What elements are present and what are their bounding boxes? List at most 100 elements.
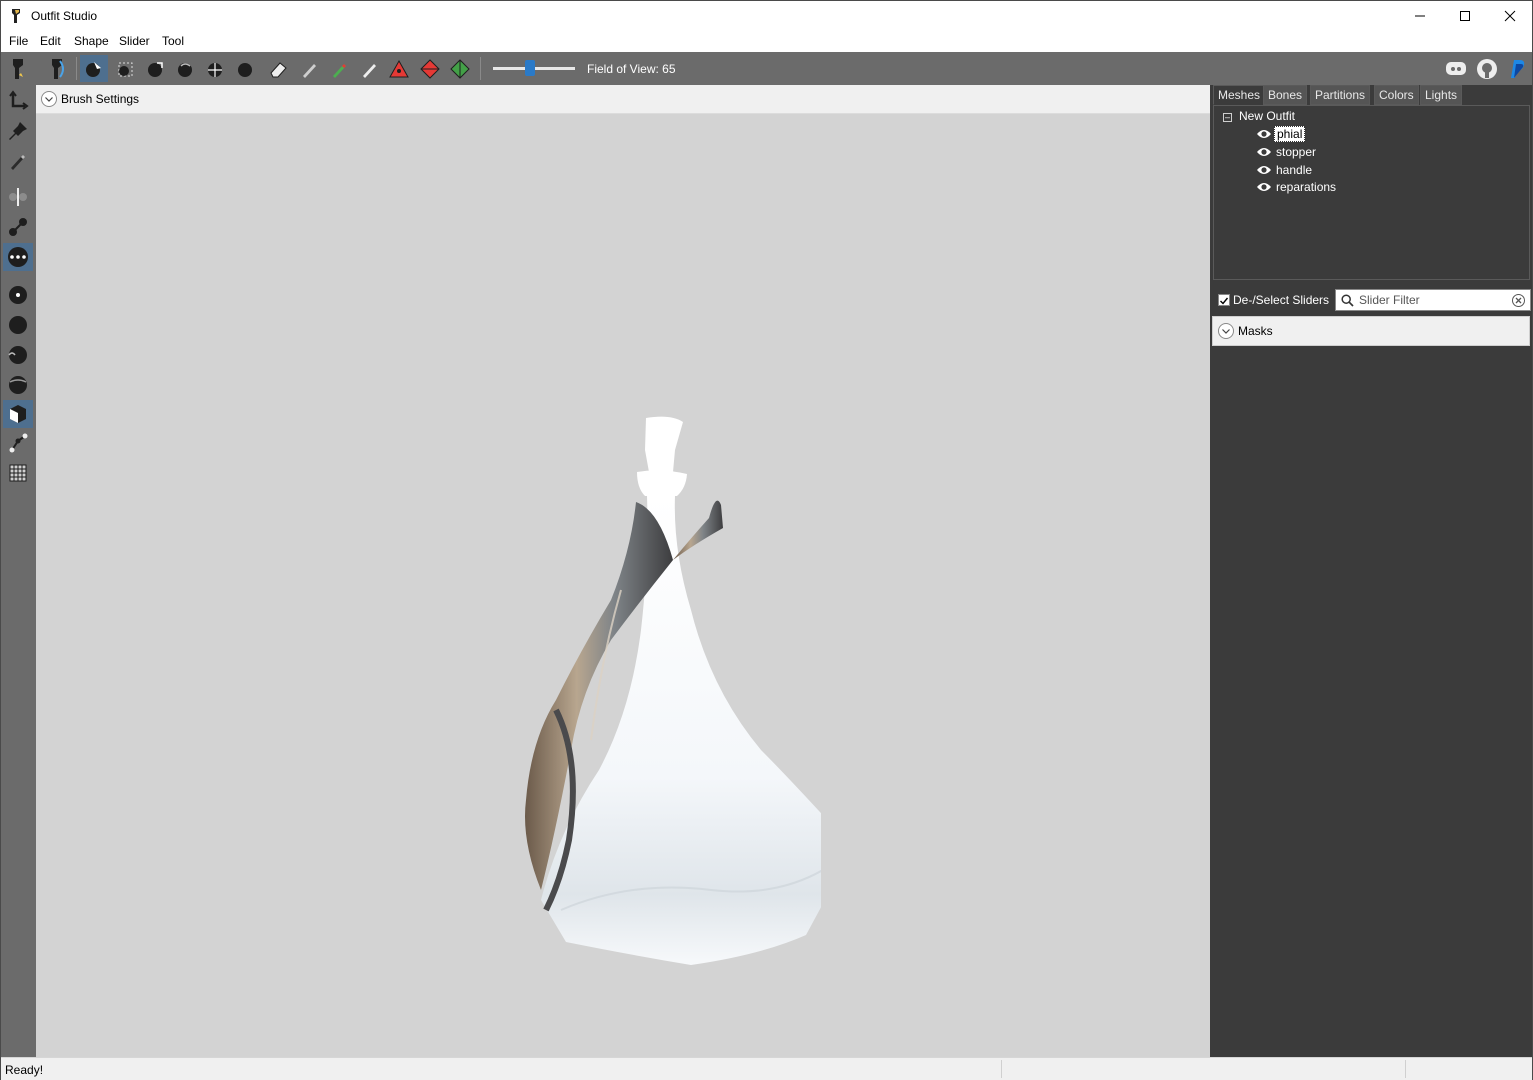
tree-item-phial[interactable]: phial <box>1256 125 1306 142</box>
3d-viewport[interactable]: Brush Settings <box>36 85 1210 1057</box>
minimize-button[interactable] <box>1397 1 1443 31</box>
alpha-brush-button[interactable] <box>355 55 383 82</box>
menu-slider[interactable]: Slider <box>119 34 150 48</box>
pencil-icon <box>11 155 25 170</box>
discord-button[interactable] <box>1441 55 1471 82</box>
eye-icon[interactable] <box>1256 181 1272 193</box>
mesh-label: handle <box>1276 162 1313 177</box>
transform-axes-icon <box>9 90 29 110</box>
eye-icon[interactable] <box>1256 164 1272 176</box>
collapse-vertex-button[interactable] <box>385 55 413 82</box>
stopper-shape <box>645 416 683 472</box>
checkmark-icon <box>1220 297 1229 305</box>
tab-colors[interactable]: Colors <box>1374 85 1419 105</box>
pin-icon <box>9 122 27 140</box>
global-brush-button[interactable] <box>3 243 33 271</box>
deflate-brush-button[interactable] <box>171 55 199 82</box>
move-brush-button[interactable] <box>201 55 229 82</box>
vertex-points-button[interactable] <box>3 281 33 309</box>
color-pen-icon <box>333 63 346 78</box>
menu-file[interactable]: File <box>9 34 28 48</box>
github-icon <box>1477 58 1497 79</box>
transform-tool-button[interactable] <box>3 87 33 115</box>
undiff-brush-button[interactable] <box>264 55 292 82</box>
connected-icon <box>9 218 27 236</box>
eraser-icon <box>270 61 287 77</box>
textures-button[interactable] <box>3 371 33 399</box>
mask-view-button[interactable] <box>3 400 33 428</box>
tab-bones[interactable]: Bones <box>1263 85 1308 105</box>
tab-lights[interactable]: Lights <box>1420 85 1463 105</box>
smooth-brush-button[interactable] <box>231 55 259 82</box>
slider-filter-input[interactable] <box>1359 292 1504 308</box>
sphere-icon <box>9 316 27 334</box>
masks-label: Masks <box>1238 324 1273 338</box>
eye-icon[interactable] <box>1256 128 1272 140</box>
menu-shape[interactable]: Shape <box>74 34 109 48</box>
tree-item-handle[interactable]: handle <box>1256 161 1314 178</box>
deselect-sliders-label[interactable]: De-/Select Sliders <box>1233 293 1329 307</box>
mask-brush-button[interactable] <box>111 55 139 82</box>
discord-icon <box>1446 61 1466 75</box>
points-icon <box>9 286 27 304</box>
color-brush-button[interactable] <box>325 55 353 82</box>
mesh-label: stopper <box>1276 144 1317 159</box>
tab-partitions[interactable]: Partitions <box>1310 85 1371 105</box>
eye-icon[interactable] <box>1256 146 1272 158</box>
deflate-icon <box>178 62 192 77</box>
paypal-button[interactable] <box>1503 55 1531 82</box>
collapse-icon[interactable]: – <box>1223 113 1232 122</box>
select-arrow-icon <box>86 61 101 77</box>
split-edge-button[interactable] <box>446 55 474 82</box>
bone-view-button[interactable] <box>3 429 33 457</box>
load-reference-button[interactable] <box>4 55 32 82</box>
tree-root-outfit[interactable]: New Outfit <box>1239 109 1295 123</box>
tab-meshes[interactable]: Meshes <box>1213 85 1266 105</box>
select-brush-button[interactable] <box>80 55 108 82</box>
toolbar-separator <box>480 57 481 80</box>
menu-tool[interactable]: Tool <box>162 34 184 48</box>
slider-filter-box[interactable] <box>1335 289 1531 311</box>
brush-settings-label: Brush Settings <box>61 92 140 106</box>
tree-item-stopper[interactable]: stopper <box>1256 143 1318 160</box>
masks-header[interactable]: Masks <box>1212 316 1530 346</box>
search-icon <box>1341 294 1354 307</box>
fov-slider-thumb[interactable] <box>525 60 536 76</box>
close-icon <box>1504 10 1516 22</box>
shaded-sphere-icon <box>9 376 27 394</box>
deselect-sliders-checkbox[interactable] <box>1218 294 1230 306</box>
weight-brush-button[interactable] <box>295 55 323 82</box>
phial-mesh-render[interactable] <box>461 410 821 970</box>
clear-icon[interactable] <box>1512 294 1525 307</box>
pivot-tool-button[interactable] <box>3 117 33 145</box>
flip-edge-button[interactable] <box>416 55 444 82</box>
alpha-pen-icon <box>363 63 376 78</box>
fov-label: Field of View: 65 <box>587 62 676 76</box>
connected-only-button[interactable] <box>3 213 33 241</box>
weight-pen-icon <box>303 63 316 78</box>
load-outfit-button[interactable] <box>43 55 71 82</box>
brush-settings-header[interactable]: Brush Settings <box>36 85 1210 114</box>
inflate-icon <box>148 61 163 77</box>
x-mirror-button[interactable] <box>3 183 33 211</box>
expand-chevron-icon[interactable] <box>1218 323 1234 339</box>
dots-icon <box>8 247 28 267</box>
mesh-tree: – New Outfit phial stopper handle repara… <box>1213 105 1530 280</box>
vertex-select-button[interactable] <box>3 147 33 175</box>
phial-shape <box>541 496 821 965</box>
window-title: Outfit Studio <box>31 9 98 23</box>
wireframe-button[interactable] <box>3 311 33 339</box>
lighting-button[interactable] <box>3 341 33 369</box>
expand-chevron-icon[interactable] <box>41 91 57 107</box>
maximize-button[interactable] <box>1442 1 1488 31</box>
close-button[interactable] <box>1487 1 1533 31</box>
github-button[interactable] <box>1472 55 1502 82</box>
tree-item-reparations[interactable]: reparations <box>1256 178 1338 195</box>
move-icon <box>208 62 222 77</box>
grid-view-button[interactable] <box>3 459 33 487</box>
cube-icon <box>10 405 26 423</box>
triangle-red-icon <box>389 59 409 77</box>
mesh-label: phial <box>1274 125 1306 142</box>
inflate-brush-button[interactable] <box>141 55 169 82</box>
menu-edit[interactable]: Edit <box>40 34 61 48</box>
